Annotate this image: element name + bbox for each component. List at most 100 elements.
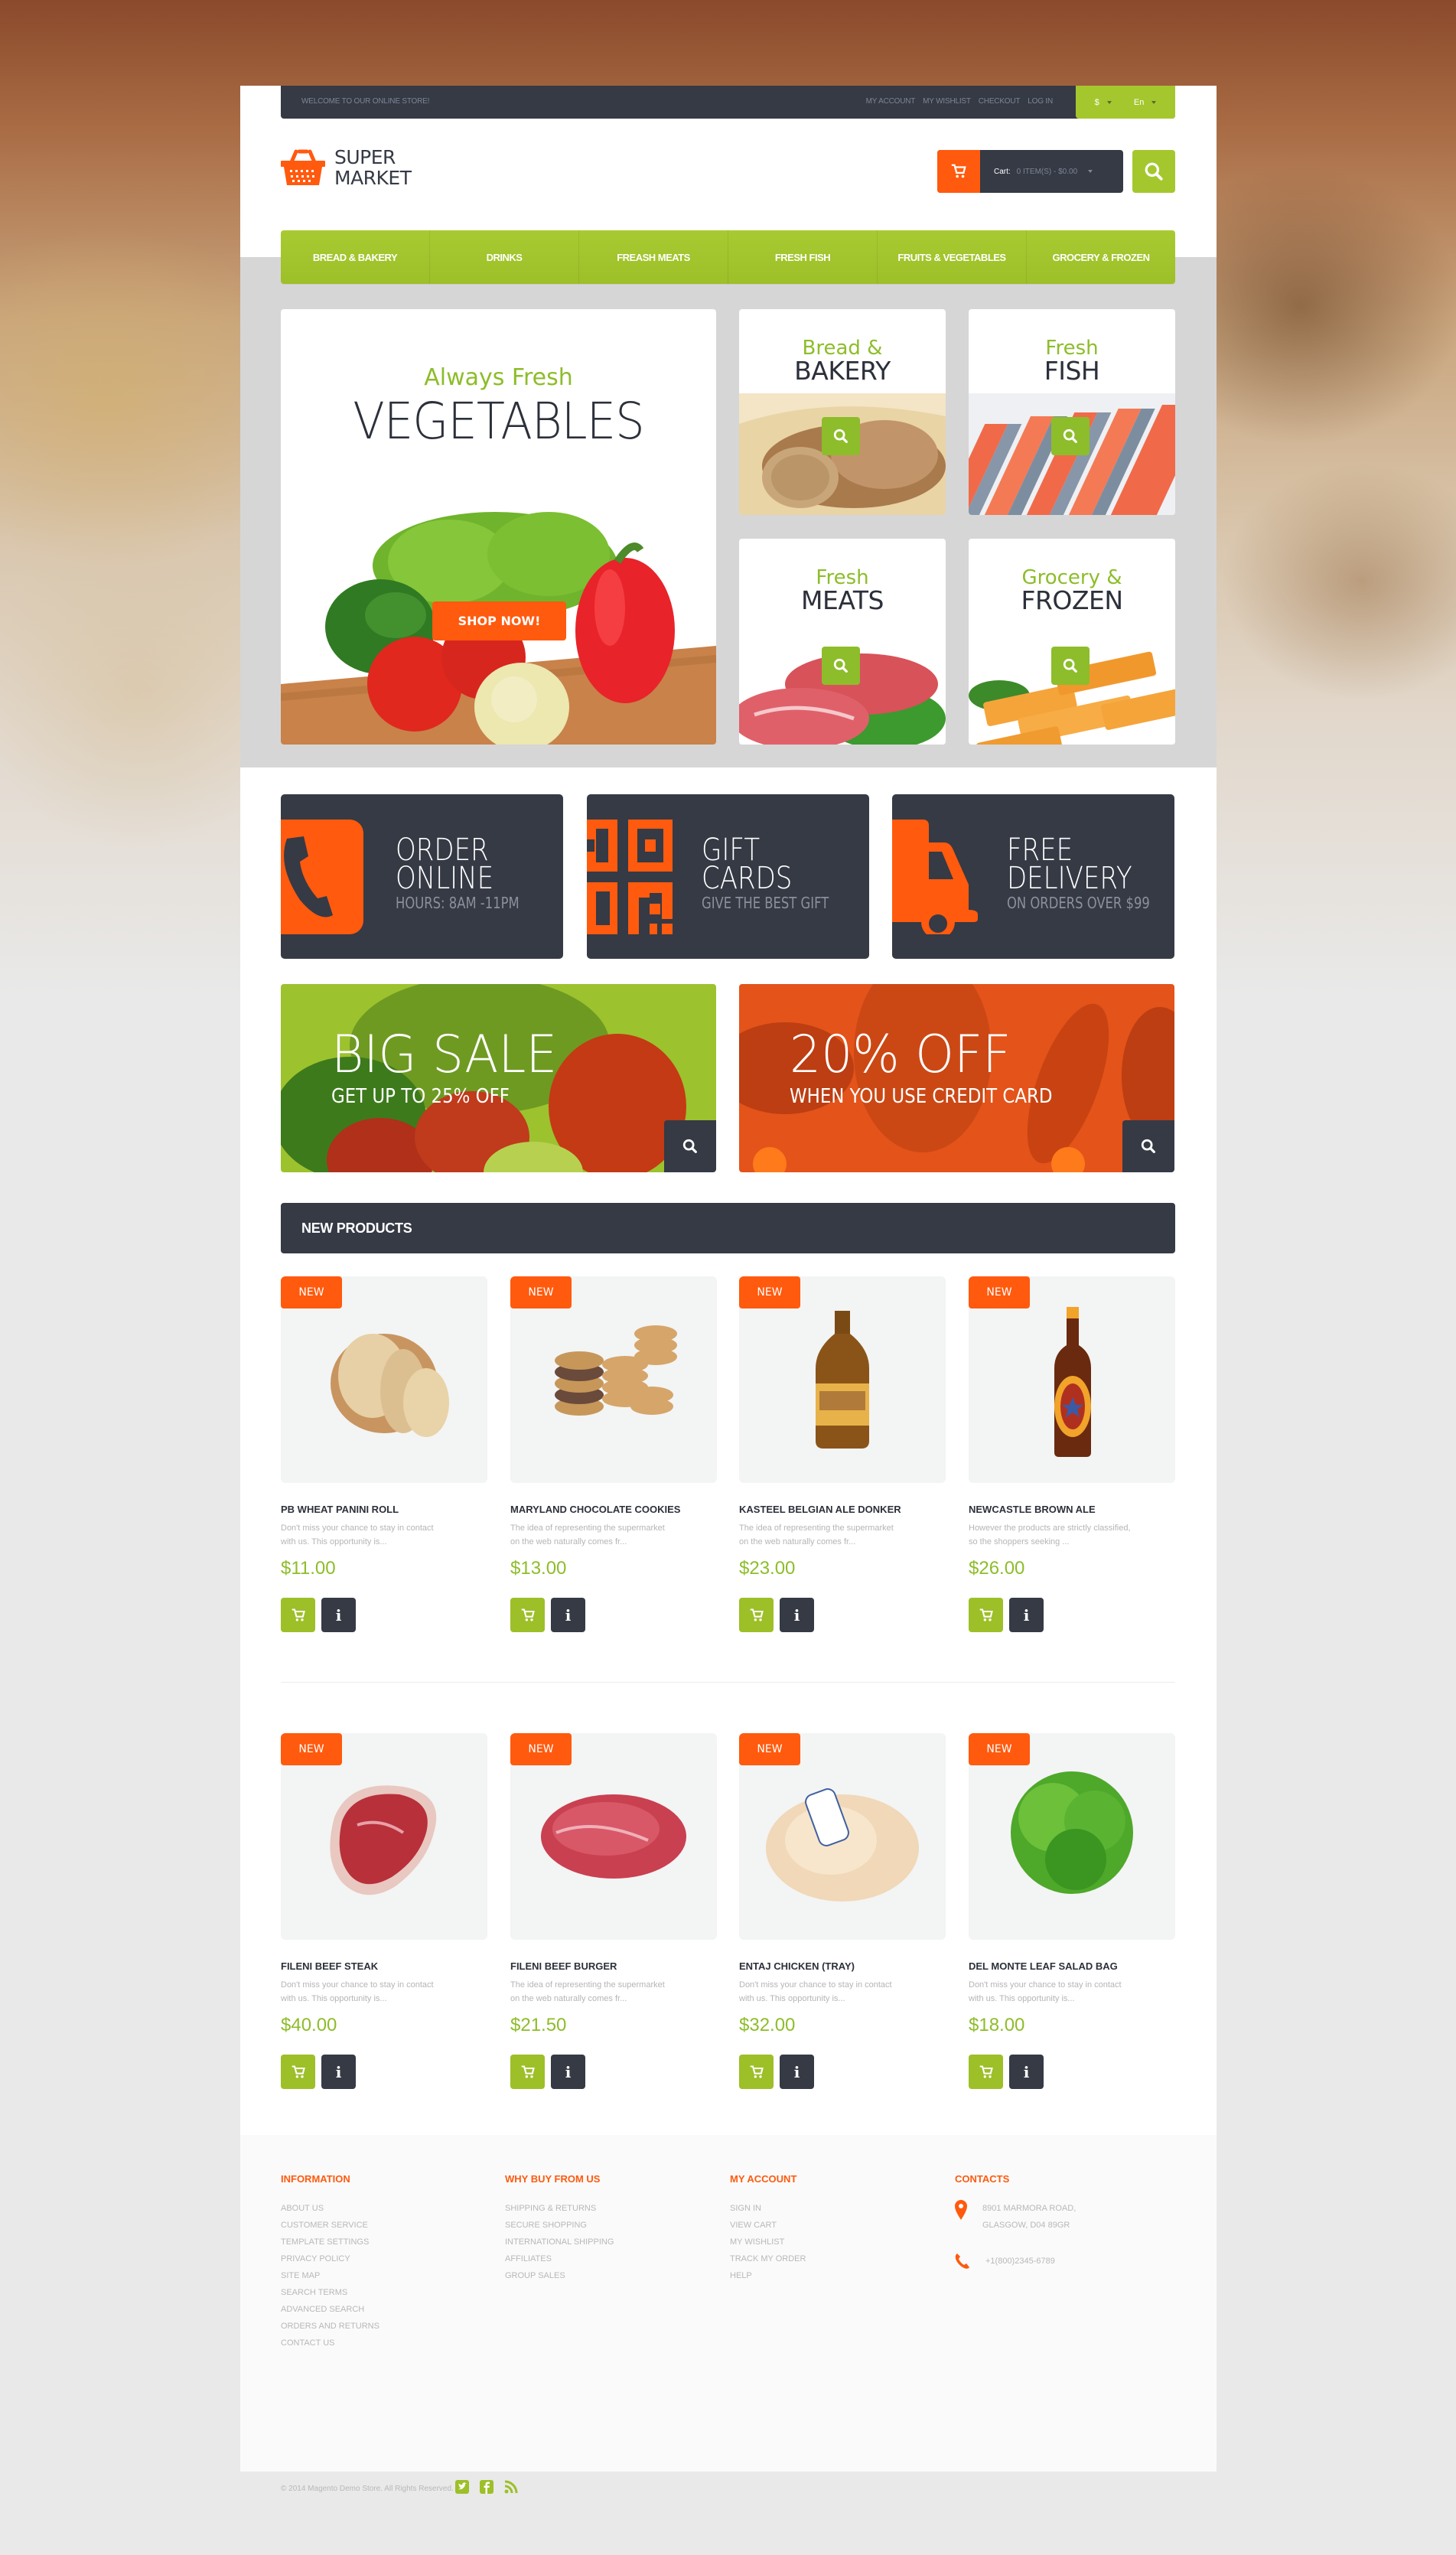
currency-select[interactable]: $ [1095,98,1112,107]
nav-grocery-frozen[interactable]: GROCERY & FROZEN [1027,230,1175,284]
login-link[interactable]: LOG IN [1028,97,1053,106]
rss-icon[interactable] [503,2479,519,2495]
nav-drinks[interactable]: DRINKS [430,230,579,284]
footer-link[interactable]: GROUP SALES [505,2267,614,2284]
product-actions: i [281,2055,487,2089]
banner-zoom-button[interactable] [1122,1120,1174,1172]
language-select[interactable]: En [1134,98,1157,107]
product-info-button[interactable]: i [551,1598,585,1632]
footer-link[interactable]: TRACK MY ORDER [730,2250,806,2267]
product-name[interactable]: PB WHEAT PANINI ROLL [281,1504,487,1515]
footer-link[interactable]: ORDERS AND RETURNS [281,2318,379,2335]
nav-bread-bakery[interactable]: BREAD & BAKERY [281,230,430,284]
product-actions: i [969,1598,1175,1632]
add-to-cart-button[interactable] [510,1598,545,1632]
category-zoom-button[interactable] [822,417,860,455]
footer-link[interactable]: SITE MAP [281,2267,379,2284]
product-name[interactable]: FILENI BEEF BURGER [510,1960,717,1972]
product-info-button[interactable]: i [780,1598,814,1632]
product-image-link[interactable]: NEW [739,1733,946,1940]
product-info-button[interactable]: i [321,1598,356,1632]
product-name[interactable]: MARYLAND CHOCOLATE COOKIES [510,1504,717,1515]
product-info-button[interactable]: i [780,2055,814,2089]
footer-link[interactable]: SIGN IN [730,2200,806,2217]
banner-zoom-button[interactable] [664,1120,716,1172]
banner-title: BIG SALE [331,1025,558,1085]
footer-heading: CONTACTS [955,2173,1010,2185]
my-account-link[interactable]: MY ACCOUNT [866,97,916,106]
product-image-link[interactable]: NEW [281,1733,487,1940]
category-zoom-button[interactable] [822,647,860,685]
shop-now-button[interactable]: SHOP NOW! [432,601,566,640]
product-name[interactable]: KASTEEL BELGIAN ALE DONKER [739,1504,946,1515]
add-to-cart-button[interactable] [281,2055,315,2089]
product-image-link[interactable]: NEW [969,1733,1175,1940]
category-fresh-fish[interactable]: Fresh FISH [969,309,1175,515]
product-image-link[interactable]: NEW [510,1276,717,1483]
footer-link[interactable]: ABOUT US [281,2200,379,2217]
footer-link[interactable]: CUSTOMER SERVICE [281,2217,379,2234]
product-name[interactable]: FILENI BEEF STEAK [281,1960,487,1972]
hero-vegetables[interactable]: Always Fresh VEGETABLES SHOP NOW! [281,309,716,745]
search-icon [1063,429,1077,443]
product-info-button[interactable]: i [321,2055,356,2089]
currency-value: $ [1094,97,1099,107]
feature-order-online[interactable]: ORDER ONLINE HOURS: 8AM -11PM [281,794,563,959]
footer-link[interactable]: ADVANCED SEARCH [281,2301,379,2318]
banner-big-sale[interactable]: BIG SALE GET UP TO 25% OFF [281,984,716,1172]
product-image-link[interactable]: NEW [281,1276,487,1483]
logo[interactable]: SUPER MARKET [281,147,412,188]
product-name[interactable]: DEL MONTE LEAF SALAD BAG [969,1960,1175,1972]
feature-subtitle: GIVE THE BEST GIFT [702,894,829,912]
nav-fresh-fish[interactable]: FRESH FISH [728,230,878,284]
footer-link[interactable]: AFFILIATES [505,2250,614,2267]
footer-link[interactable]: TEMPLATE SETTINGS [281,2234,379,2250]
add-to-cart-button[interactable] [969,1598,1003,1632]
feature-gift-cards[interactable]: GIFT CARDS GIVE THE BEST GIFT [587,794,869,959]
my-wishlist-link[interactable]: MY WISHLIST [923,97,971,106]
footer-link[interactable]: MY WISHLIST [730,2234,806,2250]
add-to-cart-button[interactable] [510,2055,545,2089]
cart-button[interactable]: Cart: 0 ITEM(S) - $0.00 [937,150,1123,193]
nav-fresh-meats[interactable]: FREASH MEATS [579,230,728,284]
logo-text: SUPER MARKET [334,147,412,188]
category-zoom-button[interactable] [1051,417,1090,455]
product-image-link[interactable]: NEW [739,1276,946,1483]
footer-link[interactable]: INTERNATIONAL SHIPPING [505,2234,614,2250]
feature-free-delivery[interactable]: FREE DELIVERY ON ORDERS OVER $99 [892,794,1174,959]
product-name[interactable]: ENTAJ CHICKEN (TRAY) [739,1960,946,1972]
footer-link[interactable]: CONTACT US [281,2335,379,2351]
footer-link[interactable]: SEARCH TERMS [281,2284,379,2301]
footer-link[interactable]: PRIVACY POLICY [281,2250,379,2267]
add-to-cart-button[interactable] [969,2055,1003,2089]
footer-link[interactable]: SECURE SHOPPING [505,2217,614,2234]
footer-link[interactable]: VIEW CART [730,2217,806,2234]
twitter-icon[interactable] [454,2479,470,2495]
add-to-cart-button[interactable] [739,2055,774,2089]
checkout-link[interactable]: CHECKOUT [979,97,1021,106]
banner-subtitle: WHEN YOU USE CREDIT CARD [790,1085,1053,1108]
category-fresh-meats[interactable]: Fresh MEATS [739,539,946,745]
nav-fruits-vegetables[interactable]: FRUITS & VEGETABLES [878,230,1027,284]
product-description: Don't miss your chance to stay in contac… [281,1524,434,1546]
add-to-cart-button[interactable] [281,1598,315,1632]
caret-down-icon [1088,170,1093,173]
feature-line2: CARDS [702,861,793,896]
category-bread-bakery[interactable]: Bread & BAKERY [739,309,946,515]
facebook-icon[interactable] [479,2479,494,2495]
search-button[interactable] [1132,150,1175,193]
product-image-link[interactable]: NEW [969,1276,1175,1483]
banner-20-off[interactable]: 20% OFF WHEN YOU USE CREDIT CARD [739,984,1174,1172]
product-info-button[interactable]: i [1009,1598,1044,1632]
footer-link[interactable]: HELP [730,2267,806,2284]
category-grocery-frozen[interactable]: Grocery & FROZEN [969,539,1175,745]
category-zoom-button[interactable] [1051,647,1090,685]
footer-link[interactable]: SHIPPING & RETURNS [505,2200,614,2217]
add-to-cart-button[interactable] [739,1598,774,1632]
product-image-link[interactable]: NEW [510,1733,717,1940]
product-name[interactable]: NEWCASTLE BROWN ALE [969,1504,1175,1515]
phone-number[interactable]: +1(800)2345-6789 [985,2253,1055,2270]
product-info-button[interactable]: i [1009,2055,1044,2089]
product-info-button[interactable]: i [551,2055,585,2089]
feature-subtitle: ON ORDERS OVER $99 [1007,894,1150,912]
